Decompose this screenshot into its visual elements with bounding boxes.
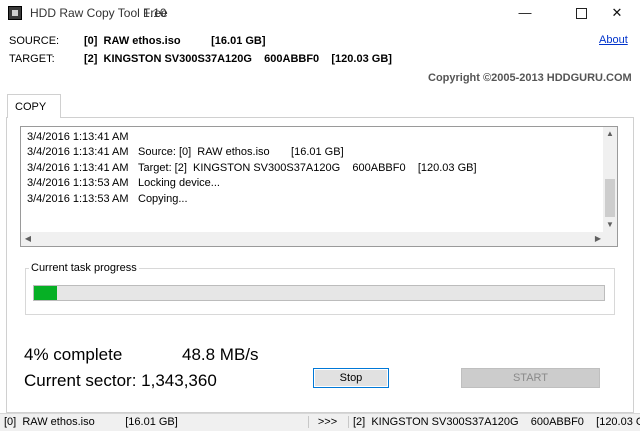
log-timestamp: 3/4/2016 1:13:53 AM [27, 177, 129, 190]
start-button[interactable]: START [461, 368, 600, 388]
source-value: [0] RAW ethos.iso [16.01 GB] [84, 35, 266, 47]
arrow-up-icon[interactable]: ▲ [603, 127, 617, 141]
tab-copy[interactable]: COPY [7, 94, 61, 118]
log-line: 3/4/2016 1:13:53 AM Copying... [27, 192, 477, 207]
log-timestamp: 3/4/2016 1:13:41 AM [27, 146, 129, 159]
title-bar[interactable]: HDD Raw Copy Tool 1.10 Free — ✕ [0, 0, 640, 26]
status-bar: [0] RAW ethos.iso [16.01 GB] >>> [2] KIN… [0, 413, 640, 431]
progress-bar [33, 285, 605, 301]
log-message: Locking device... [138, 177, 220, 190]
log-message: Copying... [138, 192, 188, 205]
close-button[interactable]: ✕ [594, 0, 640, 26]
arrow-left-icon[interactable]: ◀ [21, 232, 35, 246]
log-line: 3/4/2016 1:13:41 AM Target: [2] KINGSTON … [27, 161, 477, 176]
status-target: [2] KINGSTON SV300S37A120G 600ABBF0 [120… [348, 416, 640, 428]
status-source: [0] RAW ethos.iso [16.01 GB] [4, 416, 178, 428]
log-line: 3/4/2016 1:13:41 AM [27, 130, 477, 145]
window-edition: Free [143, 6, 168, 20]
progress-fill [34, 286, 57, 300]
log-vertical-scrollbar[interactable]: ▲ ▼ [603, 127, 617, 232]
current-sector: Current sector: 1,343,360 [24, 371, 217, 390]
log-horizontal-scrollbar[interactable]: ◀ ▶ [21, 232, 605, 246]
progress-group-label: Current task progress [29, 262, 139, 274]
log-timestamp: 3/4/2016 1:13:41 AM [27, 161, 129, 174]
log-timestamp: 3/4/2016 1:13:41 AM [27, 131, 129, 143]
minimize-button[interactable]: — [502, 0, 548, 26]
log-line: 3/4/2016 1:13:53 AM Locking device... [27, 176, 477, 191]
stop-button[interactable]: Stop [313, 368, 389, 388]
log-message: Target: [2] KINGSTON SV300S37A120G 600AB… [138, 161, 477, 174]
log-textbox[interactable]: 3/4/2016 1:13:41 AM 3/4/2016 1:13:41 AM So… [20, 126, 618, 247]
about-link[interactable]: About [599, 34, 628, 46]
scroll-corner [603, 232, 617, 246]
log-line: 3/4/2016 1:13:41 AM Source: [0] RAW ethos… [27, 145, 477, 160]
log-scroll-thumb[interactable] [605, 179, 615, 217]
source-label: SOURCE: [9, 35, 60, 47]
copy-speed: 48.8 MB/s [182, 345, 259, 364]
arrow-down-icon[interactable]: ▼ [603, 218, 617, 232]
app-icon [8, 6, 22, 20]
log-message: Source: [0] RAW ethos.iso [16.01 GB] [138, 146, 344, 159]
status-arrow: >>> [308, 416, 340, 428]
target-label: TARGET: [9, 53, 55, 65]
copyright-text: Copyright ©2005-2013 HDDGURU.COM [428, 72, 632, 84]
percent-complete: 4% complete [24, 345, 123, 364]
log-lines: 3/4/2016 1:13:41 AM 3/4/2016 1:13:41 AM So… [27, 130, 477, 207]
target-value: [2] KINGSTON SV300S37A120G 600ABBF0 [120… [84, 53, 392, 65]
log-timestamp: 3/4/2016 1:13:53 AM [27, 192, 129, 205]
